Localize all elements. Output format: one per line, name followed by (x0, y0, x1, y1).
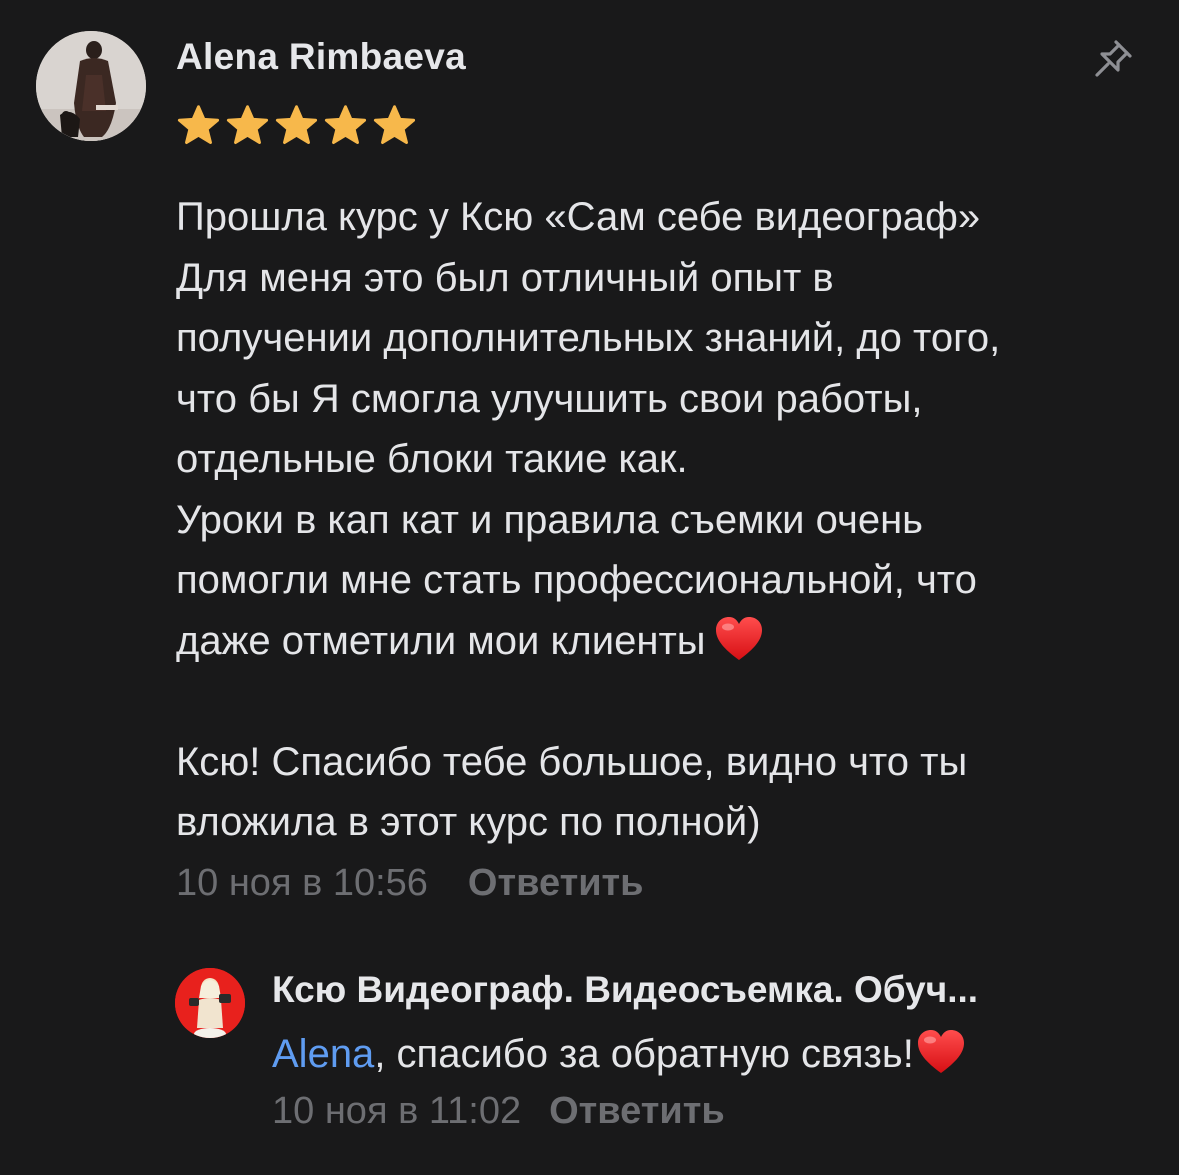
star-icon (226, 105, 269, 145)
comment-line: Уроки в кап кат и правила съемки очень (176, 497, 923, 542)
reply-message: , спасибо за обратную связь! (374, 1032, 914, 1076)
comment-line: получении дополнительных знаний, до того… (176, 316, 1001, 360)
comment-line: отдельные блоки такие как. (176, 437, 688, 481)
avatar-photo (36, 31, 146, 141)
pin-icon[interactable] (1090, 36, 1136, 82)
heart-emoji-icon (917, 1030, 964, 1074)
star-icon (373, 105, 416, 145)
reply-date: 10 ноя в 11:02 (272, 1090, 522, 1132)
avatar-photo (175, 968, 245, 1038)
comment-line: вложила в этот курс по полной) (176, 800, 761, 844)
star-icon (177, 105, 220, 145)
comment-line: даже отметили мои клиенты (176, 618, 706, 663)
reply-to-reply-button[interactable]: Ответить (549, 1090, 725, 1133)
comment-line: Для меня это был отличный опыт в (176, 255, 834, 300)
comment-line: Ксю! Спасибо тебе большое, видно что ты (176, 739, 968, 784)
heart-emoji-icon (715, 616, 762, 660)
author-avatar[interactable] (36, 31, 146, 141)
reply-author-avatar[interactable] (175, 968, 245, 1038)
comment-meta: 10 ноя в 10:56 Ответить (176, 862, 644, 905)
comment-date: 10 ноя в 10:56 (176, 862, 428, 904)
rating-stars (176, 104, 417, 147)
reply-button[interactable]: Ответить (468, 862, 644, 905)
comment-text: Прошла курс у Ксю «Сам себе видеограф» Д… (176, 187, 1156, 853)
comment-thread: Alena Rimbaeva Прошла курс у Ксю «Сам се… (0, 0, 1179, 1175)
reply-text: Alena, спасибо за обратную связь! (272, 1030, 966, 1079)
reply-author-name[interactable]: Ксю Видеограф. Видеосъемка. Обуч... (272, 969, 978, 1011)
star-icon (275, 105, 318, 145)
comment-line: что бы Я смогла улучшить свои работы, (176, 376, 923, 421)
comment-line: помогли мне стать профессиональной, что (176, 558, 977, 602)
star-icon (324, 105, 367, 145)
author-name[interactable]: Alena Rimbaeva (176, 36, 466, 78)
comment-line-with-emoji: даже отметили мои клиенты (176, 611, 1156, 672)
mention-link[interactable]: Alena (272, 1032, 374, 1076)
reply-meta: 10 ноя в 11:02 Ответить (272, 1090, 725, 1133)
comment-line: Прошла курс у Ксю «Сам себе видеограф» (176, 195, 981, 239)
